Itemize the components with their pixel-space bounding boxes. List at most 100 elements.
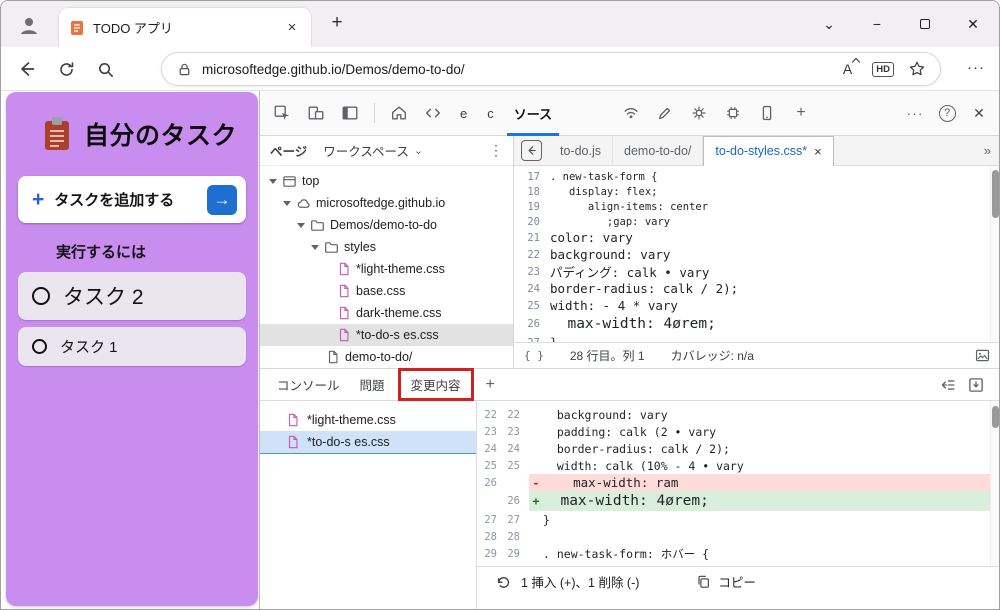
address-bar[interactable]: microsoftedge.github.io/Demos/demo-to-do… xyxy=(161,52,941,86)
profile-button[interactable] xyxy=(11,9,47,41)
diff-line: 2525 width: calk (10% - 4 • vary xyxy=(477,457,1000,474)
diff-line-deleted: 26- max-width: ram xyxy=(477,474,1000,491)
devtools-close-icon[interactable]: ✕ xyxy=(965,99,993,127)
editor-tab-to-do-styles-css[interactable]: to-do-styles.css* × xyxy=(703,136,833,166)
add-task-row[interactable]: + タスクを追加する → xyxy=(18,176,246,223)
tree-item-demos-folder[interactable]: Demos/demo-to-do xyxy=(260,214,513,236)
changed-file-to-do-styles[interactable]: *to-do-s es.css xyxy=(260,431,476,454)
tab-overflow-icon[interactable]: » xyxy=(974,143,1000,158)
diff-scrollbar[interactable] xyxy=(990,401,1000,566)
navigator-tab-page[interactable]: ページ xyxy=(270,141,307,160)
device-toolbar-icon[interactable] xyxy=(302,99,330,127)
tab-close-icon[interactable]: × xyxy=(283,19,301,36)
site-info-lock-icon[interactable] xyxy=(176,61,193,78)
network-conditions-icon[interactable] xyxy=(617,99,645,127)
tree-item-demo-to-do[interactable]: demo-to-do/ xyxy=(260,346,513,368)
tab-changes[interactable]: 変更内容 xyxy=(398,368,474,401)
tree-item-base-css[interactable]: base.css xyxy=(260,280,513,302)
code-line: 27} xyxy=(514,334,1000,342)
folder-icon xyxy=(310,218,325,233)
tab-console[interactable]: コンソール xyxy=(270,375,347,394)
tree-item-light-theme-css[interactable]: *light-theme.css xyxy=(260,258,513,280)
diff-view[interactable]: 2222 background: vary 2323 padding: calk… xyxy=(477,401,1000,566)
format-braces-icon[interactable]: { } xyxy=(524,349,544,362)
tree-item-dark-theme-css[interactable]: dark-theme.css xyxy=(260,302,513,324)
settings-more-button[interactable]: ··· xyxy=(967,59,985,76)
maximize-button[interactable] xyxy=(901,1,949,47)
tree-item-domain[interactable]: microsoftedge.github.io xyxy=(260,192,513,214)
devtools-tab-c[interactable]: c xyxy=(480,91,501,136)
back-button[interactable] xyxy=(17,59,37,79)
navigator-tab-workspace[interactable]: ワークスペース ⌄ xyxy=(323,141,423,160)
url-text[interactable]: microsoftedge.github.io/Demos/demo-to-do… xyxy=(202,62,843,77)
browser-window: TODO アプリ × + ⌄ − ✕ microsof xyxy=(0,0,1000,610)
scrollbar-thumb[interactable] xyxy=(992,406,999,428)
tree-item-top[interactable]: top xyxy=(260,170,513,192)
devtools-tab-e[interactable]: e xyxy=(453,91,474,136)
revert-undo-icon[interactable] xyxy=(495,573,512,590)
refresh-button[interactable] xyxy=(57,60,76,79)
expand-drawer-icon[interactable] xyxy=(967,376,985,394)
expander-icon[interactable] xyxy=(269,179,277,184)
copy-button[interactable]: コピー xyxy=(696,572,756,591)
add-tab-plus-icon[interactable]: + xyxy=(787,99,815,127)
frame-icon xyxy=(282,174,297,189)
scrollbar-thumb[interactable] xyxy=(992,170,999,218)
code-editor: to-do.js demo-to-do/ to-do-styles.css* ×… xyxy=(514,136,1000,368)
changed-files-list: *light-theme.css *to-do-s es.css xyxy=(260,401,477,610)
image-preview-icon[interactable] xyxy=(974,347,991,364)
task-item[interactable]: タスク 2 xyxy=(18,272,246,320)
favorites-star-icon[interactable] xyxy=(908,60,926,78)
expander-icon[interactable] xyxy=(283,201,291,206)
drawer-add-tab-icon[interactable]: + xyxy=(480,376,501,394)
devtools-tab-sources[interactable]: ソース xyxy=(507,91,559,136)
code-area[interactable]: 17. new-task-form { 18 display: flex; 19… xyxy=(514,166,1000,342)
task-checkbox-circle-icon[interactable] xyxy=(32,339,47,354)
hd-badge[interactable]: HD xyxy=(872,62,894,77)
changed-file-light-theme[interactable]: *light-theme.css xyxy=(260,408,476,431)
memory-chip-icon[interactable] xyxy=(719,99,747,127)
tree-item-styles-folder[interactable]: styles xyxy=(260,236,513,258)
panel-layout-icon[interactable] xyxy=(336,99,364,127)
browser-menu-chevron-icon[interactable]: ⌄ xyxy=(805,1,853,47)
search-icon[interactable] xyxy=(96,60,115,79)
read-aloud-button[interactable]: A xyxy=(843,61,858,77)
diff-line: 2222 background: vary xyxy=(477,406,1000,423)
browser-tab[interactable]: TODO アプリ × xyxy=(59,8,311,47)
expander-icon[interactable] xyxy=(297,223,305,228)
minimize-button[interactable]: − xyxy=(853,1,901,47)
phone-device-icon[interactable] xyxy=(753,99,781,127)
navigator-toggle-button[interactable] xyxy=(521,140,542,161)
tree-item-to-do-styles-css[interactable]: *to-do-s es.css xyxy=(260,324,513,346)
editor-tab-demo-to-do[interactable]: demo-to-do/ xyxy=(613,136,703,166)
customize-pen-icon[interactable] xyxy=(651,99,679,127)
tab-issues[interactable]: 問題 xyxy=(353,375,392,394)
devtools-more-icon[interactable]: ··· xyxy=(901,99,929,127)
window-controls: ⌄ − ✕ xyxy=(805,1,997,47)
inspect-element-icon[interactable] xyxy=(268,99,296,127)
task-checkbox-circle-icon[interactable] xyxy=(32,287,50,305)
task-item[interactable]: タスク 1 xyxy=(18,327,246,366)
code-line: 24border-radius: calk / 2); xyxy=(514,280,1000,297)
diff-line: 2323 padding: calk (2 • vary xyxy=(477,423,1000,440)
devtools-panel: e c ソース + ··· ? ✕ xyxy=(259,91,1000,610)
editor-tab-to-do-js[interactable]: to-do.js xyxy=(549,136,613,166)
help-icon[interactable]: ? xyxy=(933,99,961,127)
home-icon[interactable] xyxy=(385,99,413,127)
editor-scrollbar[interactable] xyxy=(990,166,1000,342)
code-line: 20 ;gap: vary xyxy=(514,214,1000,229)
copy-label[interactable]: コピー xyxy=(718,572,756,591)
code-line: 26 max-width: 4ørem; xyxy=(514,314,1000,334)
elements-code-icon[interactable] xyxy=(419,99,447,127)
navigator-more-icon[interactable]: ⋮ xyxy=(489,142,503,159)
outdent-list-icon[interactable] xyxy=(939,376,957,394)
close-window-button[interactable]: ✕ xyxy=(949,1,997,47)
todo-app-card: 自分のタスク + タスクを追加する → 実行するには タスク 2 タスク 1 xyxy=(6,92,258,606)
close-tab-icon[interactable]: × xyxy=(814,144,822,159)
new-tab-button[interactable]: + xyxy=(325,12,349,34)
settings-gear-icon[interactable] xyxy=(685,99,713,127)
diff-line: 2828 xyxy=(477,528,1000,545)
add-task-submit-button[interactable]: → xyxy=(207,185,237,215)
add-task-label[interactable]: タスクを追加する xyxy=(54,189,207,210)
expander-icon[interactable] xyxy=(311,245,319,250)
